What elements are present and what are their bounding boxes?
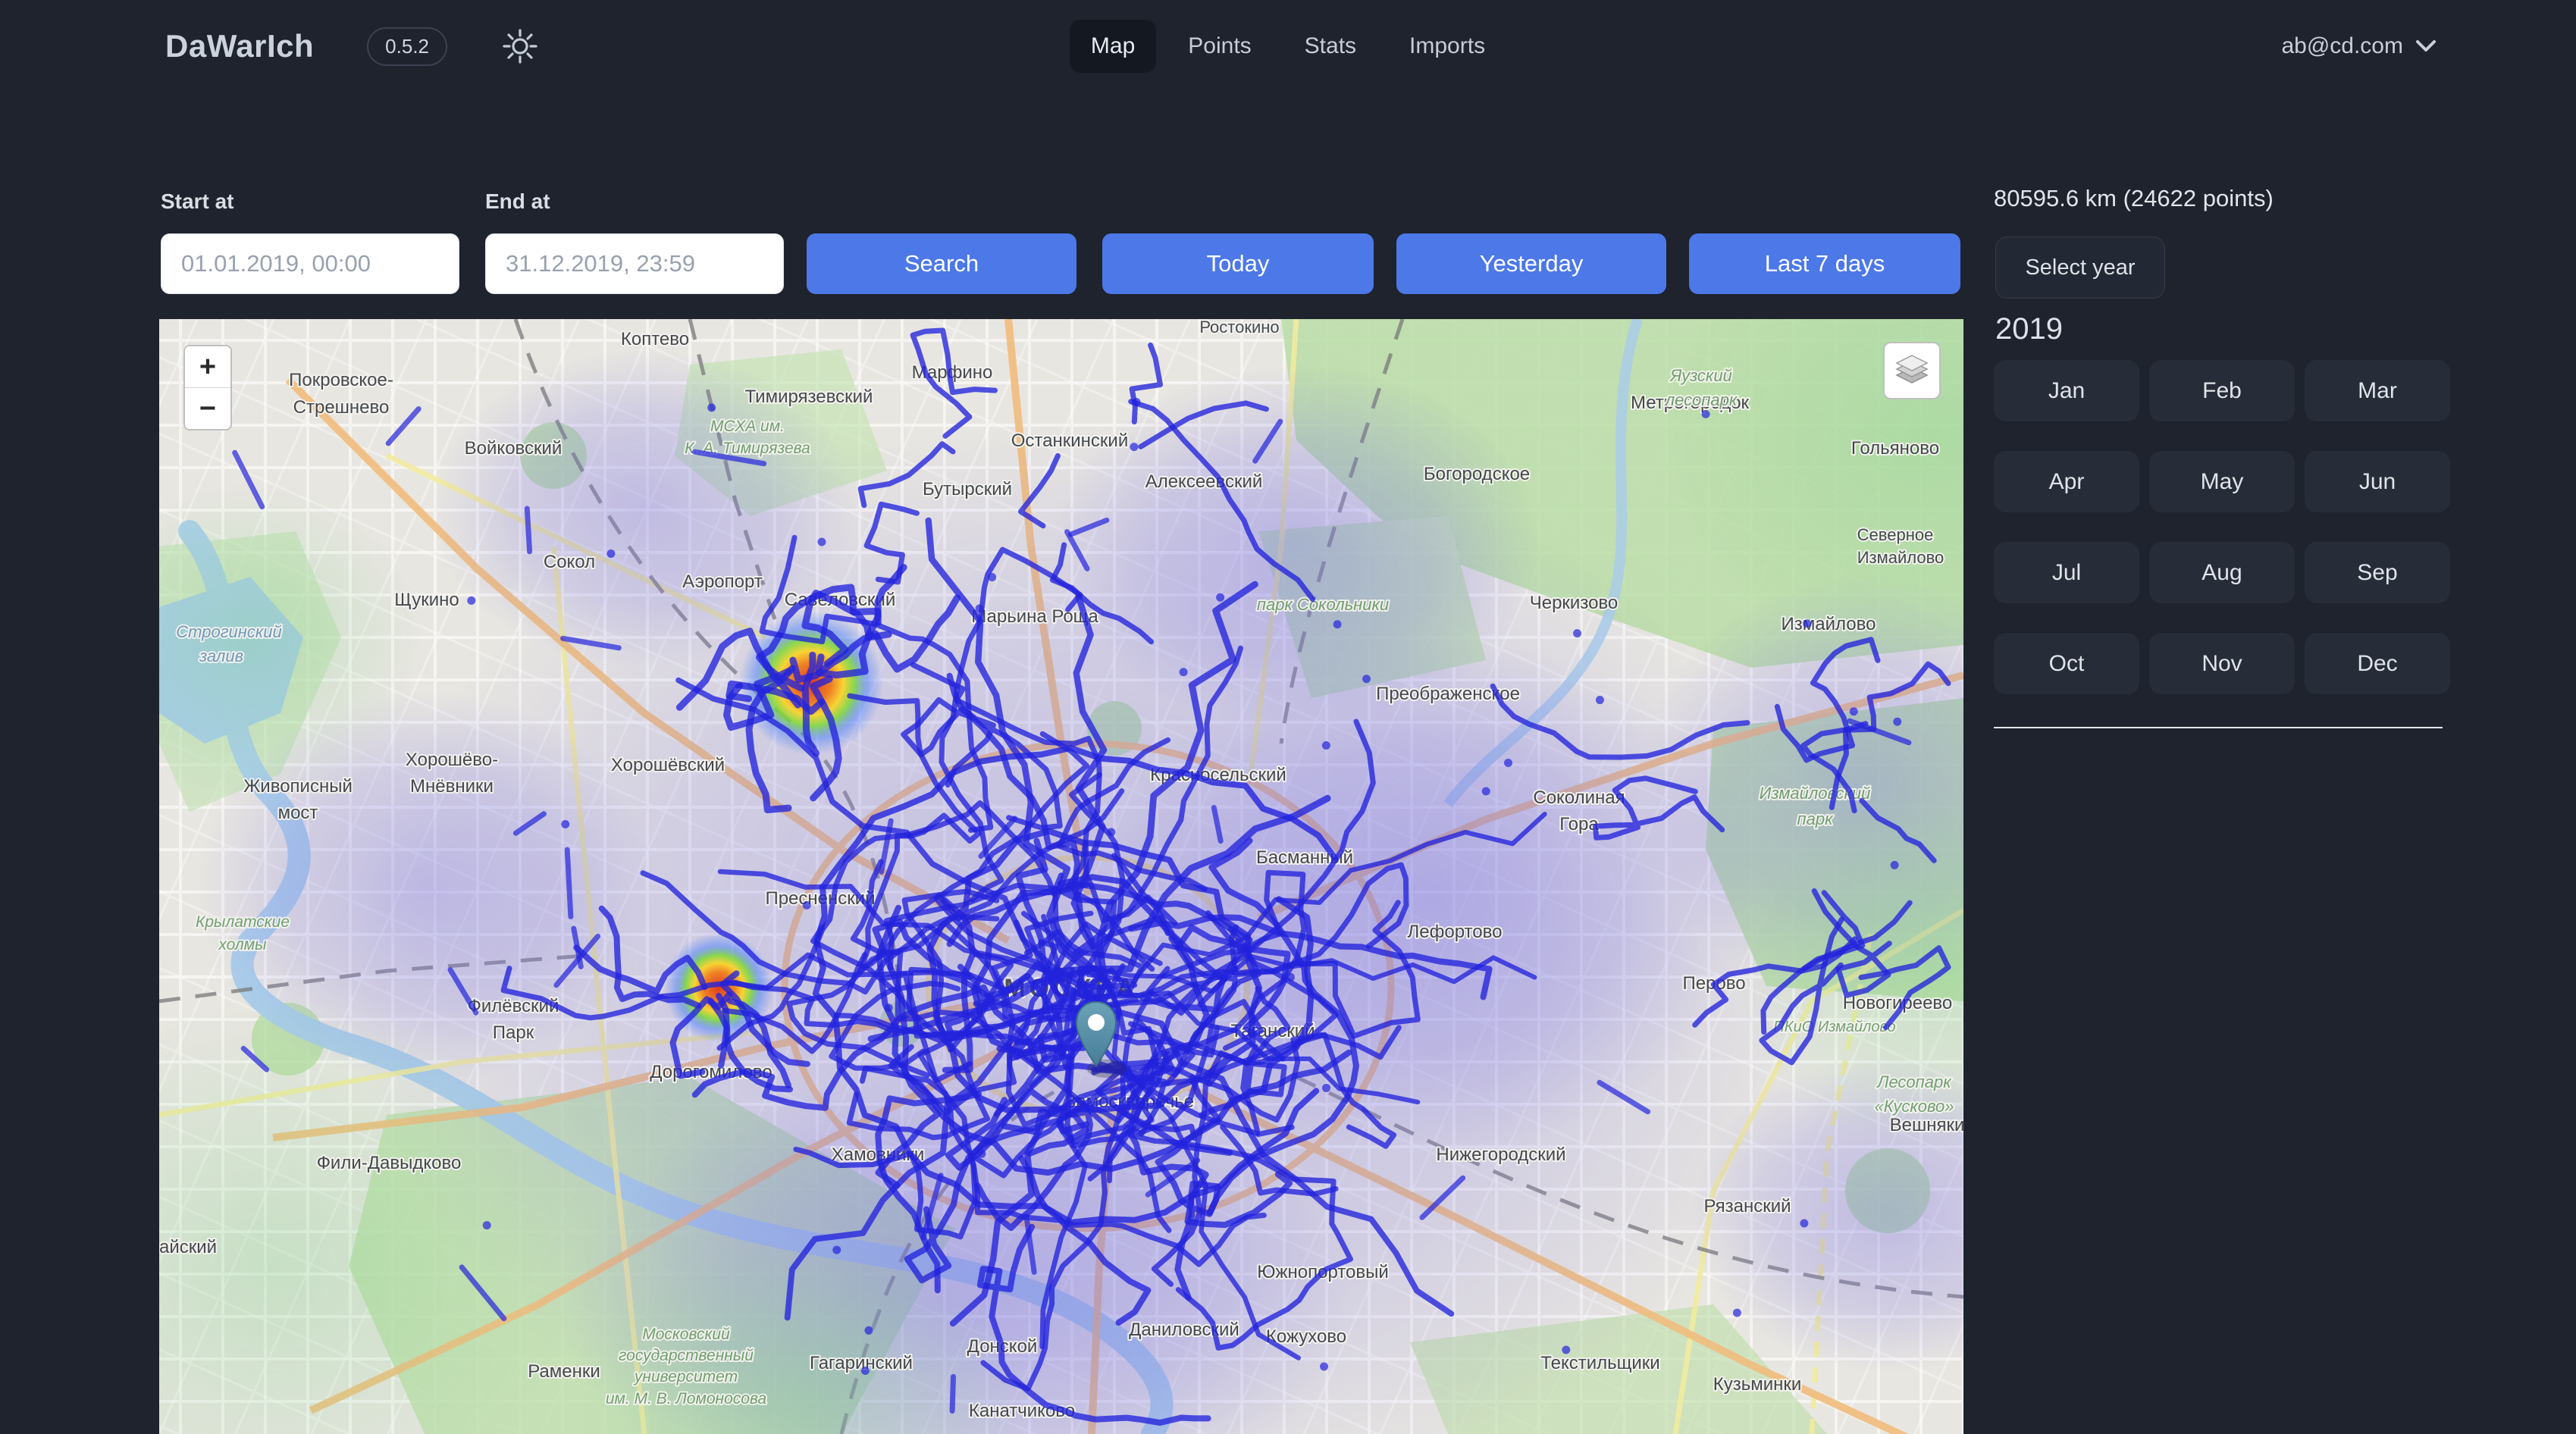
svg-text:лесопарк: лесопарк [1664, 390, 1738, 409]
zoom-out-button[interactable]: − [185, 387, 230, 429]
svg-text:Крылатские: Крылатские [196, 913, 290, 931]
svg-text:айский: айский [159, 1237, 217, 1257]
svg-text:Строгинский: Строгинский [176, 622, 282, 641]
month-button-oct[interactable]: Oct [1994, 633, 2139, 694]
svg-text:Живописный: Живописный [243, 776, 353, 797]
svg-text:парк: парк [1797, 809, 1835, 828]
map-layers-control[interactable] [1883, 342, 1941, 399]
svg-text:Сокол: Сокол [544, 552, 595, 572]
zoom-in-button[interactable]: + [185, 346, 230, 387]
svg-text:Рязанский: Рязанский [1703, 1196, 1791, 1216]
svg-text:Алексеевский: Алексеевский [1145, 471, 1263, 492]
month-button-feb[interactable]: Feb [2149, 360, 2295, 421]
yesterday-button[interactable]: Yesterday [1396, 233, 1666, 294]
svg-text:Останкинский: Останкинский [1011, 431, 1128, 451]
app-logo: DaWarIch [165, 28, 314, 64]
svg-text:Бутырский: Бутырский [923, 479, 1012, 499]
brand: DaWarIch 0.5.2 [165, 0, 540, 92]
svg-text:Хорошёвский: Хорошёвский [611, 755, 725, 775]
tab-points[interactable]: Points [1167, 20, 1272, 73]
svg-text:Московский: Московский [642, 1326, 730, 1343]
account-email: ab@cd.com [2281, 33, 2403, 59]
select-year-button[interactable]: Select year [1995, 236, 2165, 299]
svg-text:Гольяново: Гольяново [1851, 438, 1939, 459]
svg-text:Фили-Давыдково: Фили-Давыдково [317, 1153, 462, 1173]
last-7-days-button[interactable]: Last 7 days [1689, 233, 1960, 294]
svg-text:ПКиО Измайлово: ПКиО Измайлово [1773, 1019, 1895, 1035]
tab-imports[interactable]: Imports [1388, 20, 1506, 73]
tab-stats[interactable]: Stats [1283, 20, 1377, 73]
svg-text:Даниловский: Даниловский [1129, 1320, 1239, 1340]
month-button-apr[interactable]: Apr [1994, 451, 2139, 512]
svg-text:Вешняки: Вешняки [1890, 1115, 1963, 1135]
version-badge: 0.5.2 [367, 27, 447, 66]
svg-text:Ростокино: Ростокино [1199, 319, 1279, 337]
svg-text:университет: университет [633, 1368, 738, 1385]
today-button[interactable]: Today [1102, 233, 1374, 294]
chevron-down-icon [2415, 39, 2437, 53]
svg-text:залив: залив [199, 647, 243, 665]
svg-text:Измайлово: Измайлово [1857, 548, 1945, 567]
svg-text:Аэропорт: Аэропорт [682, 571, 763, 592]
svg-text:Коптево: Коптево [621, 329, 689, 349]
end-at-input[interactable] [485, 233, 784, 294]
svg-text:«Кусково»: «Кусково» [1874, 1097, 1954, 1116]
month-button-mar[interactable]: Mar [2305, 360, 2450, 421]
svg-text:Войковский: Войковский [465, 438, 563, 459]
top-navbar: DaWarIch 0.5.2 Map Points Stats Imports [0, 0, 2576, 92]
search-button[interactable]: Search [807, 233, 1076, 294]
month-button-nov[interactable]: Nov [2149, 633, 2295, 694]
start-at-input[interactable] [161, 233, 459, 294]
month-grid: Jan Feb Mar Apr May Jun Jul Aug Sep Oct … [1994, 360, 2464, 694]
svg-text:Щукино: Щукино [394, 590, 459, 610]
layers-icon [1894, 352, 1930, 389]
account-menu[interactable]: ab@cd.com [2281, 0, 2437, 92]
svg-text:Мнёвники: Мнёвники [410, 776, 494, 797]
svg-text:Богородское: Богородское [1424, 464, 1530, 484]
end-at-label: End at [485, 189, 550, 214]
month-button-may[interactable]: May [2149, 451, 2295, 512]
svg-text:Лефортово: Лефортово [1408, 922, 1503, 942]
page: DaWarIch 0.5.2 Map Points Stats Imports [0, 0, 2576, 1434]
svg-text:Покровское-: Покровское- [289, 370, 393, 390]
svg-text:Стрешнево: Стрешнево [293, 397, 390, 418]
map-zoom-control: + − [183, 345, 232, 431]
month-button-jun[interactable]: Jun [2305, 451, 2450, 512]
svg-text:Яузский: Яузский [1669, 366, 1732, 385]
map-canvas[interactable]: РостокиноКоптевоМарфиноПокровское-Стрешн… [159, 319, 1963, 1434]
nav-tabs: Map Points Stats Imports [1070, 0, 1506, 92]
svg-text:им. М. В. Ломоносова: им. М. В. Ломоносова [606, 1390, 766, 1407]
svg-text:холмы: холмы [218, 936, 267, 953]
svg-text:Хорошёво-: Хорошёво- [406, 750, 498, 770]
svg-text:Парк: Парк [493, 1022, 534, 1043]
month-button-jul[interactable]: Jul [1994, 542, 2139, 603]
svg-text:Северное: Северное [1857, 525, 1934, 544]
svg-text:Текстильщики: Текстильщики [1540, 1353, 1659, 1373]
svg-text:Нижегородский: Нижегородский [1436, 1144, 1565, 1165]
svg-text:государственный: государственный [619, 1347, 754, 1364]
sun-icon [502, 28, 538, 64]
month-button-jan[interactable]: Jan [1994, 360, 2139, 421]
sidebar-divider [1994, 727, 2443, 728]
distance-points-stat: 80595.6 km (24622 points) [1994, 185, 2274, 212]
month-button-sep[interactable]: Sep [2305, 542, 2450, 603]
map-tiles: РостокиноКоптевоМарфиноПокровское-Стрешн… [159, 319, 1963, 1434]
svg-text:мост: мост [278, 803, 318, 823]
month-button-dec[interactable]: Dec [2305, 633, 2450, 694]
svg-text:Измайлово: Измайлово [1782, 614, 1876, 634]
tab-map[interactable]: Map [1070, 20, 1156, 73]
svg-text:Кузьминки: Кузьминки [1713, 1374, 1802, 1395]
svg-text:Раменки: Раменки [528, 1361, 600, 1382]
svg-text:Соколиная: Соколиная [1533, 787, 1625, 808]
svg-text:МСХА им.: МСХА им. [710, 418, 785, 435]
theme-toggle-button[interactable] [500, 27, 540, 66]
svg-text:Черкизово: Черкизово [1530, 593, 1619, 613]
start-at-label: Start at [161, 189, 233, 214]
svg-text:парк Сокольники: парк Сокольники [1257, 595, 1389, 614]
month-button-aug[interactable]: Aug [2149, 542, 2295, 603]
svg-text:Лесопарк: Лесопарк [1876, 1072, 1952, 1091]
svg-text:Тимирязевский: Тимирязевский [745, 387, 873, 407]
year-heading: 2019 [1995, 312, 2063, 346]
